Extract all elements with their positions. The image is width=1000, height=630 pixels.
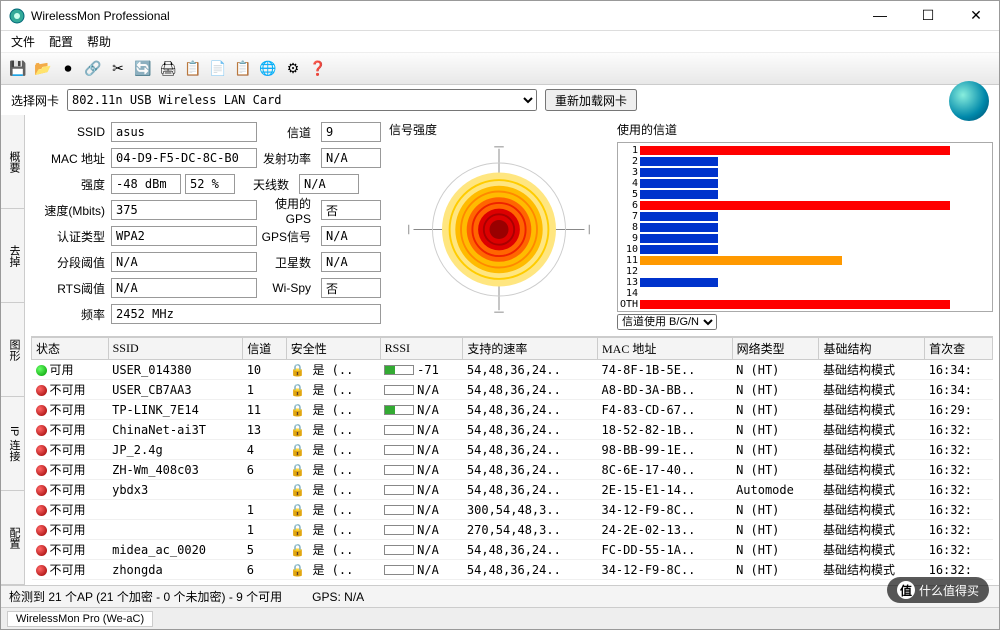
table-row[interactable]: 不可用1🔒 是 (..N/A270,54,48,3..24-2E-02-13..… xyxy=(32,520,993,540)
maximize-button[interactable]: ☐ xyxy=(913,7,943,24)
channel-value: 9 xyxy=(321,122,381,142)
table-row[interactable]: 不可用USER_CB7AA31🔒 是 (..N/A54,48,36,24..A8… xyxy=(32,380,993,400)
statusbar: 检测到 21 个AP (21 个加密 - 0 个未加密) - 9 个可用 GPS… xyxy=(1,585,999,607)
menu-file[interactable]: 文件 xyxy=(11,33,35,50)
minimize-button[interactable]: — xyxy=(865,7,895,24)
close-button[interactable]: ✕ xyxy=(961,7,991,24)
table-row[interactable]: 不可用ChinaNet-ai3T13🔒 是 (..N/A54,48,36,24.… xyxy=(32,420,993,440)
reload-nic-button[interactable]: 重新加载网卡 xyxy=(545,89,637,111)
menu-help[interactable]: 帮助 xyxy=(87,33,111,50)
globe-icon[interactable]: 🌐 xyxy=(257,58,279,80)
vtab-graph[interactable]: 图形 xyxy=(1,303,24,397)
vtab-config[interactable]: 配置 xyxy=(1,491,24,585)
taskbar-button[interactable]: WirelessMon Pro (We-aC) xyxy=(7,611,153,627)
table-row[interactable]: 不可用ZH-Wm_408c036🔒 是 (..N/A54,48,36,24..8… xyxy=(32,460,993,480)
signal-radar xyxy=(404,142,594,317)
ssid-value: asus xyxy=(111,122,257,142)
nic-label: 选择网卡 xyxy=(11,92,59,109)
save-icon[interactable]: 💾 xyxy=(7,58,29,80)
table-row[interactable]: 可用USER_01438010🔒 是 (..-7154,48,36,24..74… xyxy=(32,360,993,380)
table-row[interactable]: 不可用zhongda6🔒 是 (..N/A54,48,36,24..34-12-… xyxy=(32,560,993,580)
globe-logo-icon xyxy=(949,81,989,121)
copy-icon[interactable]: 📄 xyxy=(207,58,229,80)
help-icon[interactable]: ❓ xyxy=(307,58,329,80)
signal-panel: 信号强度 xyxy=(389,121,609,330)
freq-value: 2452 MHz xyxy=(111,304,381,324)
toolbar: 💾 📂 ⏺ 🔗 ✂ 🔄 🖨 📋 📄 📋 🌐 ⚙ ❓ xyxy=(1,53,999,85)
channel-mode-select[interactable]: 信道使用 B/G/N xyxy=(617,314,717,330)
table-row[interactable]: 不可用midea_ac_00205🔒 是 (..N/A54,48,36,24..… xyxy=(32,540,993,560)
record-icon[interactable]: ⏺ xyxy=(57,58,79,80)
table-row[interactable]: 不可用TP-LINK_7E1411🔒 是 (..N/A54,48,36,24..… xyxy=(32,400,993,420)
status-gps: GPS: N/A xyxy=(312,590,364,604)
ap-table[interactable]: 状态 SSID 信道 安全性 RSSI 支持的速率 MAC 地址 网络类型 基础… xyxy=(31,336,993,585)
strength-dbm: -48 dBm xyxy=(111,174,181,194)
watermark: 值什么值得买 xyxy=(887,577,989,603)
disconnect-icon[interactable]: ✂ xyxy=(107,58,129,80)
nic-select[interactable]: 802.11n USB Wireless LAN Card xyxy=(67,89,537,111)
auth-value: WPA2 xyxy=(111,226,257,246)
vtab-remove[interactable]: 去掉 xyxy=(1,209,24,303)
strength-pct: 52 % xyxy=(185,174,235,194)
menubar: 文件 配置 帮助 xyxy=(1,31,999,53)
info-fields: SSIDasus信道9 MAC 地址04-D9-F5-DC-8C-B0发射功率N… xyxy=(31,121,381,330)
link-icon[interactable]: 🔗 xyxy=(82,58,104,80)
table-row[interactable]: 不可用ybdx3🔒 是 (..N/A54,48,36,24..2E-15-E1-… xyxy=(32,480,993,500)
refresh-icon[interactable]: 🔄 xyxy=(132,58,154,80)
menu-config[interactable]: 配置 xyxy=(49,33,73,50)
clipboard-icon[interactable]: 📋 xyxy=(232,58,254,80)
table-row[interactable]: 不可用1🔒 是 (..N/A300,54,48,3..34-12-F9-8C..… xyxy=(32,500,993,520)
settings-icon[interactable]: ⚙ xyxy=(282,58,304,80)
taskbar: WirelessMon Pro (We-aC) xyxy=(1,607,999,629)
table-row[interactable]: 不可用JP_2.4g4🔒 是 (..N/A54,48,36,24..98-BB-… xyxy=(32,440,993,460)
nic-row: 选择网卡 802.11n USB Wireless LAN Card 重新加载网… xyxy=(1,85,999,115)
print-icon[interactable]: 🖨 xyxy=(157,58,179,80)
window-title: WirelessMon Professional xyxy=(31,9,865,23)
mac-value: 04-D9-F5-DC-8C-B0 xyxy=(111,148,257,168)
app-icon xyxy=(9,8,25,24)
channel-chart: 1234567891011121314OTH xyxy=(617,142,993,312)
export-icon[interactable]: 📋 xyxy=(182,58,204,80)
open-icon[interactable]: 📂 xyxy=(32,58,54,80)
channels-panel: 使用的信道 1234567891011121314OTH 信道使用 B/G/N xyxy=(617,121,993,330)
vertical-tabs: 概要 去掉 图形 IP 连接 配置 xyxy=(1,115,25,585)
speed-value: 375 xyxy=(111,200,257,220)
status-aps: 检测到 21 个AP (21 个加密 - 0 个未加密) - 9 个可用 xyxy=(9,588,282,605)
vtab-summary[interactable]: 概要 xyxy=(1,115,24,209)
titlebar: WirelessMon Professional — ☐ ✕ xyxy=(1,1,999,31)
vtab-ip[interactable]: IP 连接 xyxy=(1,397,24,491)
